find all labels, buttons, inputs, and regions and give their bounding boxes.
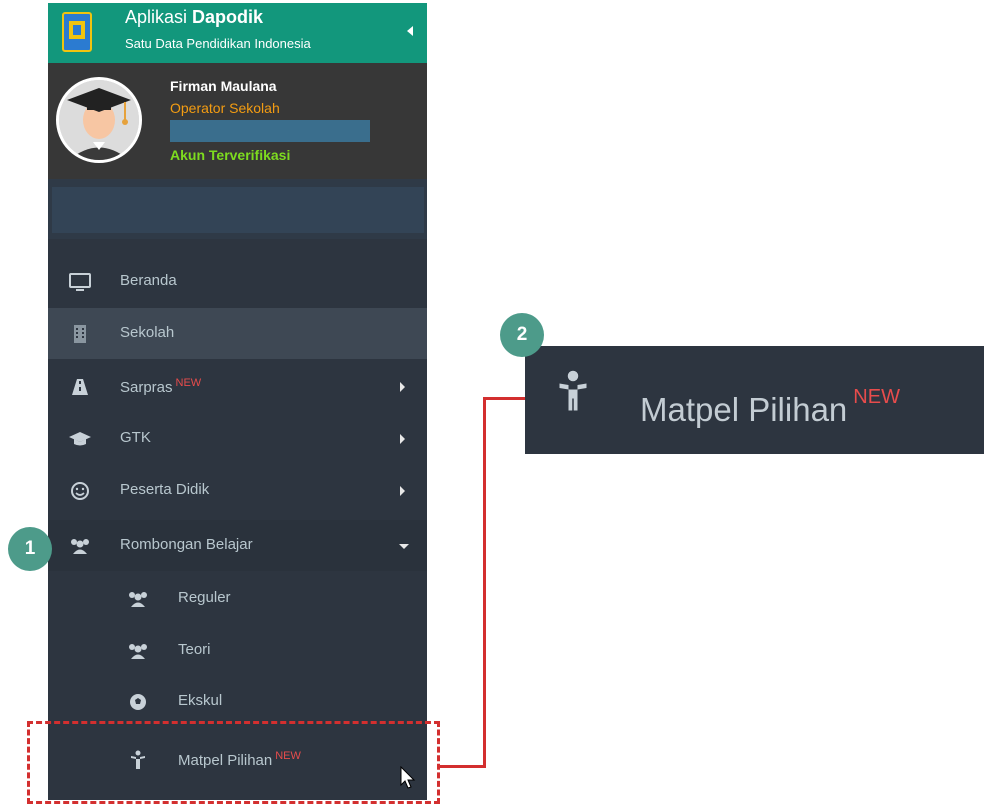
chevron-right-icon [400, 434, 405, 444]
user-profile: Firman Maulana Operator Sekolah Akun Ter… [48, 63, 427, 179]
step-badge-1: 1 [8, 527, 52, 571]
smile-icon [71, 482, 89, 500]
graduation-cap-icon [69, 432, 91, 446]
sidebar-item-label: Sarpras NEW [120, 377, 201, 396]
graduate-avatar-icon [59, 80, 139, 160]
road-icon [72, 379, 88, 395]
zoomed-label: Matpel Pilihan NEW [640, 386, 900, 429]
new-badge: NEW [853, 386, 900, 408]
sidebar-subitem-reguler[interactable]: Reguler [48, 573, 427, 624]
brand-header: Aplikasi Dapodik Satu Data Pendidikan In… [48, 3, 427, 63]
sidebar-item-gtk[interactable]: GTK [48, 413, 427, 464]
chevron-down-icon [399, 544, 409, 549]
connector-line [440, 765, 486, 768]
sidebar-item-label: Peserta Didik [120, 481, 210, 498]
sidebar-subitem-label: Teori [178, 641, 211, 658]
building-icon [74, 325, 86, 343]
users-icon [71, 539, 89, 554]
sidebar-item-label: Sekolah [120, 324, 175, 341]
app-title: Aplikasi Dapodik [125, 7, 263, 28]
sidebar-item-sarpras[interactable]: Sarpras NEW [48, 361, 427, 412]
chevron-right-icon [400, 382, 405, 392]
sidebar-subitem-ekskul[interactable]: Ekskul [48, 676, 427, 727]
dapodik-logo-icon [62, 12, 92, 52]
school-selector-bar [48, 179, 427, 239]
sidebar-subitem-label: Reguler [178, 589, 231, 606]
users-icon [129, 592, 147, 607]
sidebar-item-peserta-didik[interactable]: Peserta Didik [48, 465, 427, 516]
users-icon [129, 644, 147, 659]
profile-role: Operator Sekolah [170, 100, 280, 116]
sidebar-collapse-icon[interactable] [407, 26, 413, 36]
avatar [56, 77, 142, 163]
app-title-prefix: Aplikasi [125, 7, 188, 27]
sidebar-item-sekolah[interactable]: Sekolah [48, 308, 427, 359]
new-badge: NEW [175, 377, 202, 389]
step-badge-2: 2 [500, 313, 544, 357]
app-subtitle: Satu Data Pendidikan Indonesia [125, 36, 311, 51]
highlight-dashed-box [27, 721, 440, 804]
sidebar-item-beranda[interactable]: Beranda [48, 256, 427, 307]
zoomed-menu-item: Matpel Pilihan NEW [525, 346, 984, 454]
soccer-ball-icon [130, 694, 146, 710]
monitor-icon [69, 273, 91, 291]
child-icon [559, 370, 587, 411]
sidebar: Aplikasi Dapodik Satu Data Pendidikan In… [48, 3, 427, 800]
connector-line [483, 397, 527, 400]
school-selector-redacted[interactable] [52, 187, 424, 233]
sidebar-subitem-teori[interactable]: Teori [48, 625, 427, 676]
sidebar-item-label: GTK [120, 429, 151, 446]
sidebar-item-rombongan-belajar[interactable]: Rombongan Belajar [48, 520, 427, 571]
sidebar-subitem-label: Ekskul [178, 692, 223, 709]
zoomed-label-text: Matpel Pilihan [640, 391, 848, 428]
profile-status: Akun Terverifikasi [170, 147, 291, 163]
profile-redacted-bar [170, 120, 370, 142]
sarpras-label: Sarpras [120, 379, 173, 396]
sidebar-item-label: Beranda [120, 272, 177, 289]
chevron-right-icon [400, 486, 405, 496]
connector-line [483, 397, 486, 767]
profile-name: Firman Maulana [170, 78, 277, 94]
app-title-bold: Dapodik [192, 7, 264, 27]
sidebar-item-label: Rombongan Belajar [120, 536, 253, 553]
